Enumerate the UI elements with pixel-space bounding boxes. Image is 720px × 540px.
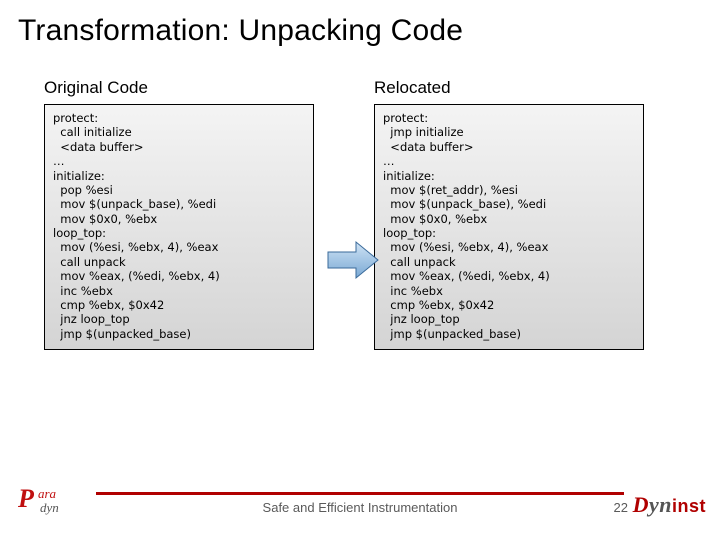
footer: Safe and Efficient Instrumentation 22 (0, 474, 720, 520)
arrow-right-icon (326, 240, 380, 280)
logo-inst-text: inst (672, 496, 706, 516)
footer-caption: Safe and Efficient Instrumentation (0, 500, 720, 515)
logo-yn-text: yn (649, 492, 672, 517)
dyninst-logo: Dyninst (633, 492, 706, 518)
relocated-code-box: protect: jmp initialize <data buffer> … … (374, 104, 644, 350)
right-heading: Relocated (374, 78, 644, 98)
paradyn-logo: P ara dyn (18, 484, 86, 520)
logo-p-icon: P (18, 484, 34, 513)
logo-dyn-text: dyn (40, 500, 59, 516)
left-heading: Original Code (44, 78, 314, 98)
left-column: Original Code protect: call initialize <… (44, 78, 314, 350)
footer-divider (96, 492, 624, 495)
slide: Transformation: Unpacking Code Original … (0, 0, 720, 540)
original-code-box: protect: call initialize <data buffer> …… (44, 104, 314, 350)
content-columns: Original Code protect: call initialize <… (0, 48, 720, 350)
slide-title: Transformation: Unpacking Code (0, 0, 720, 48)
right-column: Relocated protect: jmp initialize <data … (374, 78, 644, 350)
logo-d-text: D (633, 492, 649, 517)
page-number: 22 (614, 500, 628, 515)
